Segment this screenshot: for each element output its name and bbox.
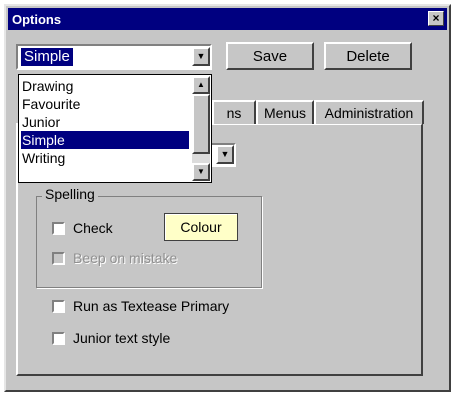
- delete-button-label: Delete: [346, 47, 390, 65]
- tab-administration-label: Administration: [324, 105, 414, 121]
- check-spelling-option[interactable]: Check: [52, 220, 113, 236]
- profile-dropdown-list[interactable]: Drawing Favourite Junior Simple Writing …: [18, 74, 212, 183]
- run-as-primary-option[interactable]: Run as Textease Primary: [52, 298, 229, 314]
- arrow-down-icon: ▼: [197, 167, 205, 176]
- save-button[interactable]: Save: [226, 42, 314, 70]
- beep-on-mistake-option: Beep on mistake: [52, 250, 177, 266]
- close-icon: ×: [432, 11, 440, 25]
- save-button-label: Save: [252, 47, 288, 65]
- window-title: Options: [12, 11, 62, 27]
- chevron-down-icon: ▼: [220, 149, 230, 159]
- list-item-selected[interactable]: Simple: [21, 131, 189, 149]
- list-item[interactable]: Drawing: [21, 77, 189, 95]
- junior-text-style-label: Junior text style: [73, 330, 171, 346]
- beep-on-mistake-checkbox: [52, 251, 65, 265]
- spelling-group-label: Spelling: [42, 186, 98, 202]
- colour-button[interactable]: Colour: [164, 213, 238, 241]
- check-spelling-checkbox[interactable]: [52, 221, 65, 235]
- tab-administration[interactable]: Administration: [314, 100, 424, 124]
- scroll-thumb[interactable]: [192, 94, 210, 154]
- dropdown-scrollbar[interactable]: ▲ ▼: [192, 76, 210, 181]
- delete-button[interactable]: Delete: [324, 42, 412, 70]
- colour-button-label: Colour: [180, 219, 222, 235]
- list-item[interactable]: Favourite: [21, 95, 189, 113]
- run-as-primary-checkbox[interactable]: [52, 299, 65, 313]
- junior-text-style-checkbox[interactable]: [52, 331, 65, 345]
- title-bar[interactable]: Options ×: [8, 8, 447, 30]
- junior-text-style-option[interactable]: Junior text style: [52, 330, 170, 346]
- tab-partial-label: ns: [226, 105, 242, 121]
- list-item[interactable]: Junior: [21, 113, 189, 131]
- scroll-down-button[interactable]: ▼: [192, 163, 210, 181]
- arrow-up-icon: ▲: [197, 80, 205, 89]
- tab-menus-label: Menus: [263, 105, 307, 121]
- profile-dropdown-button[interactable]: ▼: [192, 47, 210, 66]
- spelling-groupbox: [36, 196, 262, 288]
- tab-partial[interactable]: ns: [212, 100, 256, 124]
- check-spelling-label: Check: [73, 220, 113, 236]
- list-item[interactable]: Writing: [21, 149, 189, 167]
- beep-on-mistake-label: Beep on mistake: [73, 250, 178, 266]
- close-button[interactable]: ×: [428, 11, 444, 26]
- profile-select[interactable]: Simple ▼: [16, 44, 212, 70]
- tab-menus[interactable]: Menus: [256, 100, 314, 124]
- panel-select-button[interactable]: ▼: [216, 145, 234, 164]
- profile-select-value: Simple: [21, 48, 73, 66]
- run-as-primary-label: Run as Textease Primary: [73, 298, 230, 314]
- scroll-up-button[interactable]: ▲: [192, 76, 210, 94]
- chevron-down-icon: ▼: [196, 51, 206, 61]
